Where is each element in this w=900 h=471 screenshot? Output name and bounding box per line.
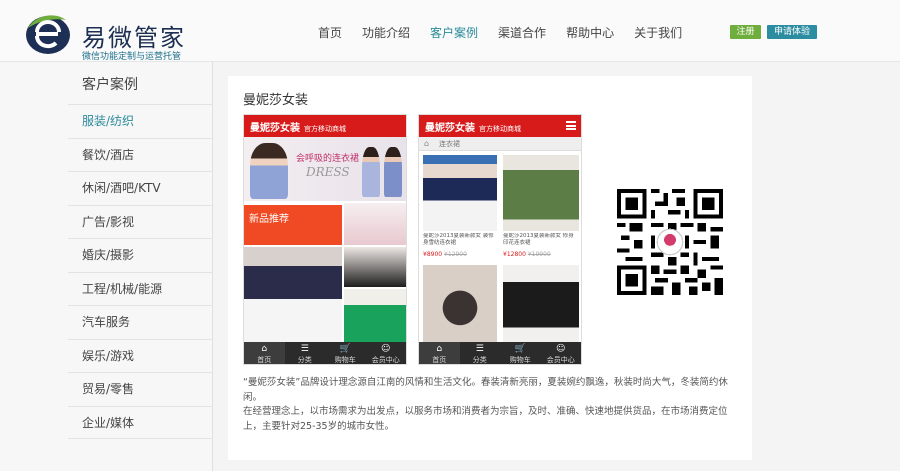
product-description: 曼妮莎2013夏装新款女 修身印花连衣裙 bbox=[503, 233, 574, 246]
cart-icon: 🛒 bbox=[339, 344, 351, 354]
tab-home[interactable]: ⌂ 首页 bbox=[244, 342, 285, 364]
nav-cases[interactable]: 客户案例 bbox=[430, 24, 478, 41]
home-icon[interactable]: ⌂ bbox=[424, 139, 429, 148]
product-description: 曼妮莎2013夏装新款女 装修身雪纺连衣裙 bbox=[423, 233, 494, 246]
product-photo[interactable] bbox=[503, 155, 579, 231]
price-old: ¥19900 bbox=[527, 251, 551, 258]
model-figure bbox=[384, 147, 402, 197]
register-button[interactable]: 注册 bbox=[730, 25, 761, 39]
product-photo[interactable] bbox=[344, 289, 406, 342]
hamburger-icon[interactable] bbox=[566, 121, 576, 130]
tab-label: 分类 bbox=[297, 356, 312, 364]
new-arrivals-label: 新品推荐 bbox=[249, 214, 289, 225]
phone-brand-sub: 官方移动商城 bbox=[479, 125, 521, 133]
promo-banner: 会呼吸的连衣裙 DRESS bbox=[244, 137, 406, 201]
sidebar-item-retail[interactable]: 贸易/零售 bbox=[68, 372, 213, 406]
nav-help[interactable]: 帮助中心 bbox=[566, 24, 614, 41]
case-title: 曼妮莎女装 bbox=[243, 93, 309, 108]
sidebar-item-auto[interactable]: 汽车服务 bbox=[68, 305, 213, 339]
case-panel: 曼妮莎女装 曼妮莎女装 官方移动商城 会呼吸的连衣裙 DRESS 新品推荐 ⌂ 首页… bbox=[228, 76, 752, 460]
product-photo[interactable] bbox=[503, 265, 579, 343]
site-header: 易微管家 微信功能定制与运营托管 首页 功能介绍 客户案例 渠道合作 帮助中心 … bbox=[0, 0, 900, 62]
phone-brand-sub: 官方移动商城 bbox=[304, 125, 346, 133]
product-price: ¥8900 ¥12900 bbox=[423, 251, 467, 258]
menu-icon: ☰ bbox=[300, 344, 309, 354]
sidebar: 客户案例 服装/纺织 餐饮/酒店 休闲/酒吧/KTV 广告/影视 婚庆/摄影 工… bbox=[0, 62, 213, 471]
phone-brand-name: 曼妮莎女装 bbox=[425, 123, 475, 134]
price-current: ¥8900 bbox=[423, 251, 443, 258]
sidebar-item-clothing[interactable]: 服装/纺织 bbox=[68, 104, 213, 138]
tab-label: 分类 bbox=[472, 356, 487, 364]
sidebar-item-engineering[interactable]: 工程/机械/能源 bbox=[68, 271, 213, 306]
trial-button[interactable]: 申请体验 bbox=[767, 25, 817, 39]
menu-icon: ☰ bbox=[475, 344, 484, 354]
case-description: “曼妮莎女装”品牌设计理念源自江南的风情和生活文化。春装清新亮丽，夏装婉约飘逸，… bbox=[243, 376, 743, 434]
sidebar-item-enterprise[interactable]: 企业/媒体 bbox=[68, 405, 213, 439]
phone-tabbar: ⌂ 首页 ☰ 分类 🛒 购物车 ☺ 会员中心 bbox=[419, 342, 581, 364]
logo-e-icon bbox=[26, 15, 70, 54]
phone-brand-name: 曼妮莎女装 bbox=[250, 123, 300, 134]
sidebar-item-advertising[interactable]: 广告/影视 bbox=[68, 204, 213, 239]
description-paragraph-2: 在经营理念上，以市场需求为出发点，以服务市场和消费者为宗旨，及时、准确、快速地提… bbox=[243, 406, 728, 432]
user-icon: ☺ bbox=[556, 344, 566, 354]
product-photo[interactable] bbox=[244, 247, 342, 342]
product-photo[interactable] bbox=[344, 247, 406, 287]
model-figure bbox=[362, 147, 380, 197]
price-old: ¥12900 bbox=[444, 251, 467, 258]
product-photo[interactable] bbox=[423, 155, 497, 231]
phone-header: 曼妮莎女装 官方移动商城 bbox=[244, 115, 406, 137]
home-icon: ⌂ bbox=[261, 344, 268, 354]
model-figure bbox=[250, 143, 288, 199]
tab-member[interactable]: ☺ 会员中心 bbox=[541, 342, 582, 364]
new-arrivals-tile[interactable]: 新品推荐 bbox=[244, 205, 342, 245]
product-price: ¥12800 ¥19900 bbox=[503, 251, 551, 258]
phone-screenshot-category: 曼妮莎女装 官方移动商城 ⌂ 连衣裙 曼妮莎2013夏装新款女 装修身雪纺连衣裙 … bbox=[418, 114, 582, 365]
nav-channels[interactable]: 渠道合作 bbox=[498, 24, 546, 41]
tab-member[interactable]: ☺ 会员中心 bbox=[366, 342, 407, 364]
phone-screenshot-home: 曼妮莎女装 官方移动商城 会呼吸的连衣裙 DRESS 新品推荐 ⌂ 首页 ☰ 分类 🛒… bbox=[243, 114, 407, 365]
sidebar-item-entertainment[interactable]: 娱乐/游戏 bbox=[68, 338, 213, 373]
tab-label: 购物车 bbox=[509, 356, 531, 364]
banner-text: 会呼吸的连衣裙 bbox=[296, 154, 360, 164]
banner-dress: DRESS bbox=[306, 165, 350, 179]
tab-label: 会员中心 bbox=[371, 356, 400, 364]
description-paragraph-1: “曼妮莎女装”品牌设计理念源自江南的风情和生活文化。春装清新亮丽，夏装婉约飘逸，… bbox=[243, 377, 728, 403]
product-photo[interactable] bbox=[344, 203, 406, 245]
home-icon: ⌂ bbox=[436, 344, 443, 354]
tab-label: 购物车 bbox=[334, 356, 356, 364]
sidebar-item-catering[interactable]: 餐饮/酒店 bbox=[68, 137, 213, 172]
product-photo[interactable] bbox=[423, 265, 497, 343]
brand-subtitle: 微信功能定制与运营托管 bbox=[82, 52, 182, 62]
main-nav: 首页 功能介绍 客户案例 渠道合作 帮助中心 关于我们 bbox=[318, 24, 702, 41]
qr-code-icon bbox=[617, 189, 723, 295]
sidebar-title: 客户案例 bbox=[82, 77, 138, 93]
tab-cart[interactable]: 🛒 购物车 bbox=[500, 342, 541, 364]
phone-header: 曼妮莎女装 官方移动商城 bbox=[419, 115, 581, 137]
tab-category[interactable]: ☰ 分类 bbox=[285, 342, 326, 364]
phone-brand: 曼妮莎女装 官方移动商城 bbox=[250, 119, 346, 134]
brand-title: 易微管家 bbox=[82, 24, 186, 52]
tab-label: 首页 bbox=[257, 356, 272, 364]
phone-brand: 曼妮莎女装 官方移动商城 bbox=[425, 119, 521, 134]
logo[interactable]: 易微管家 微信功能定制与运营托管 bbox=[22, 12, 202, 62]
tab-home[interactable]: ⌂ 首页 bbox=[419, 342, 460, 364]
sidebar-list: 服装/纺织 餐饮/酒店 休闲/酒吧/KTV 广告/影视 婚庆/摄影 工程/机械/… bbox=[68, 104, 213, 439]
phone-subbar: ⌂ 连衣裙 bbox=[419, 137, 581, 151]
sidebar-item-leisure[interactable]: 休闲/酒吧/KTV bbox=[68, 171, 213, 205]
phone-tabbar: ⌂ 首页 ☰ 分类 🛒 购物车 ☺ 会员中心 bbox=[244, 342, 406, 364]
nav-about[interactable]: 关于我们 bbox=[634, 24, 682, 41]
sidebar-item-wedding[interactable]: 婚庆/摄影 bbox=[68, 238, 213, 272]
user-icon: ☺ bbox=[381, 344, 391, 354]
nav-home[interactable]: 首页 bbox=[318, 24, 342, 41]
tab-cart[interactable]: 🛒 购物车 bbox=[325, 342, 366, 364]
price-current: ¥12800 bbox=[503, 251, 526, 258]
tab-label: 会员中心 bbox=[546, 356, 575, 364]
nav-features[interactable]: 功能介绍 bbox=[362, 24, 410, 41]
category-label: 连衣裙 bbox=[439, 140, 460, 148]
cart-icon: 🛒 bbox=[514, 344, 526, 354]
tab-category[interactable]: ☰ 分类 bbox=[460, 342, 501, 364]
tab-label: 首页 bbox=[432, 356, 447, 364]
